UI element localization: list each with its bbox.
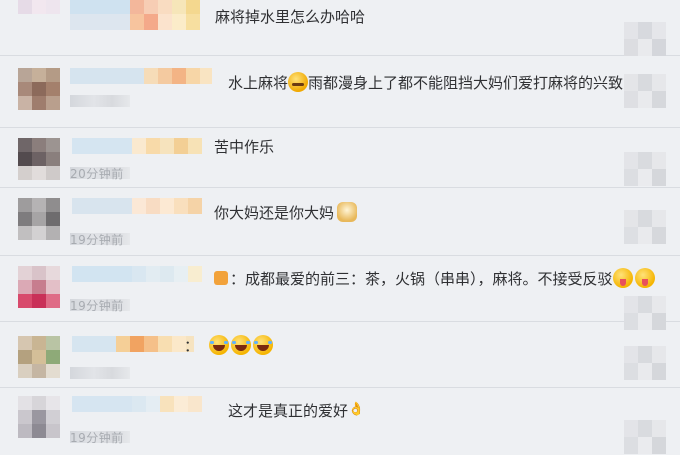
username-blurred[interactable] [72, 336, 194, 352]
comment-item: 水上麻将 雨都漫身上了都不能阻挡大妈们爱打麻将的兴致 [0, 56, 680, 128]
blurred-thumbnail [624, 346, 666, 380]
avatar[interactable] [18, 68, 60, 110]
blurred-thumbnail [624, 22, 666, 56]
username-blurred[interactable] [72, 138, 202, 154]
comment-item: ：成都最爱的前三：茶，火锅（串串），麻将。不接受反驳 19分钟前 [0, 256, 680, 330]
blurred-thumbnail [624, 74, 666, 108]
avatar[interactable] [18, 396, 60, 438]
comment-text: 你大妈还是你大妈 [214, 202, 358, 223]
laugh-cry-icon [209, 335, 230, 355]
fire-icon [212, 268, 230, 288]
tongue-out-icon [634, 268, 655, 288]
avatar[interactable] [18, 336, 60, 378]
avatar[interactable] [18, 0, 60, 28]
comment-item: 麻将掉水里怎么办哈哈 [0, 0, 680, 56]
blurred-thumbnail [624, 152, 666, 186]
comment-item: 苦中作乐 20分钟前 [0, 128, 680, 188]
ok-hand-icon [348, 400, 364, 420]
avatar[interactable] [18, 266, 60, 308]
comment-text: 麻将掉水里怎么办哈哈 [215, 8, 366, 26]
comment-text: 水上麻将 雨都漫身上了都不能阻挡大妈们爱打麻将的兴致 [228, 72, 624, 92]
username-blurred[interactable] [72, 198, 202, 214]
comment-item: 你大妈还是你大妈 19分钟前 [0, 188, 680, 256]
comment-text: ：成都最爱的前三：茶，火锅（串串），麻将。不接受反驳 [212, 268, 655, 289]
timestamp: 20分钟前 [70, 166, 130, 181]
username-blurred[interactable] [72, 396, 202, 412]
tongue-out-icon [612, 268, 633, 288]
avatar[interactable] [18, 138, 60, 180]
comment-text: ： [184, 335, 274, 356]
doge-icon [337, 202, 358, 222]
comment-text: 这才是真正的爱好 [228, 400, 364, 421]
timestamp: 19分钟前 [70, 430, 130, 445]
timestamp: 19分钟前 [70, 298, 130, 313]
laugh-cry-icon [253, 335, 274, 355]
blurred-thumbnail [624, 210, 666, 244]
username-blurred[interactable] [70, 68, 212, 84]
username-blurred[interactable] [70, 0, 200, 14]
timestamp-blurred [70, 94, 130, 108]
comment-item: 这才是真正的爱好 19分钟前 [0, 388, 680, 455]
timestamp: 19分钟前 [70, 232, 130, 247]
username-blurred [70, 14, 200, 30]
username-blurred[interactable] [72, 266, 202, 282]
laugh-cry-icon [231, 335, 252, 355]
blurred-thumbnail [624, 420, 666, 454]
timestamp-blurred [70, 366, 130, 380]
comment-item: ： [0, 322, 680, 388]
sweat-smile-icon [288, 72, 309, 92]
comment-text: 苦中作乐 [214, 138, 275, 156]
avatar[interactable] [18, 198, 60, 240]
